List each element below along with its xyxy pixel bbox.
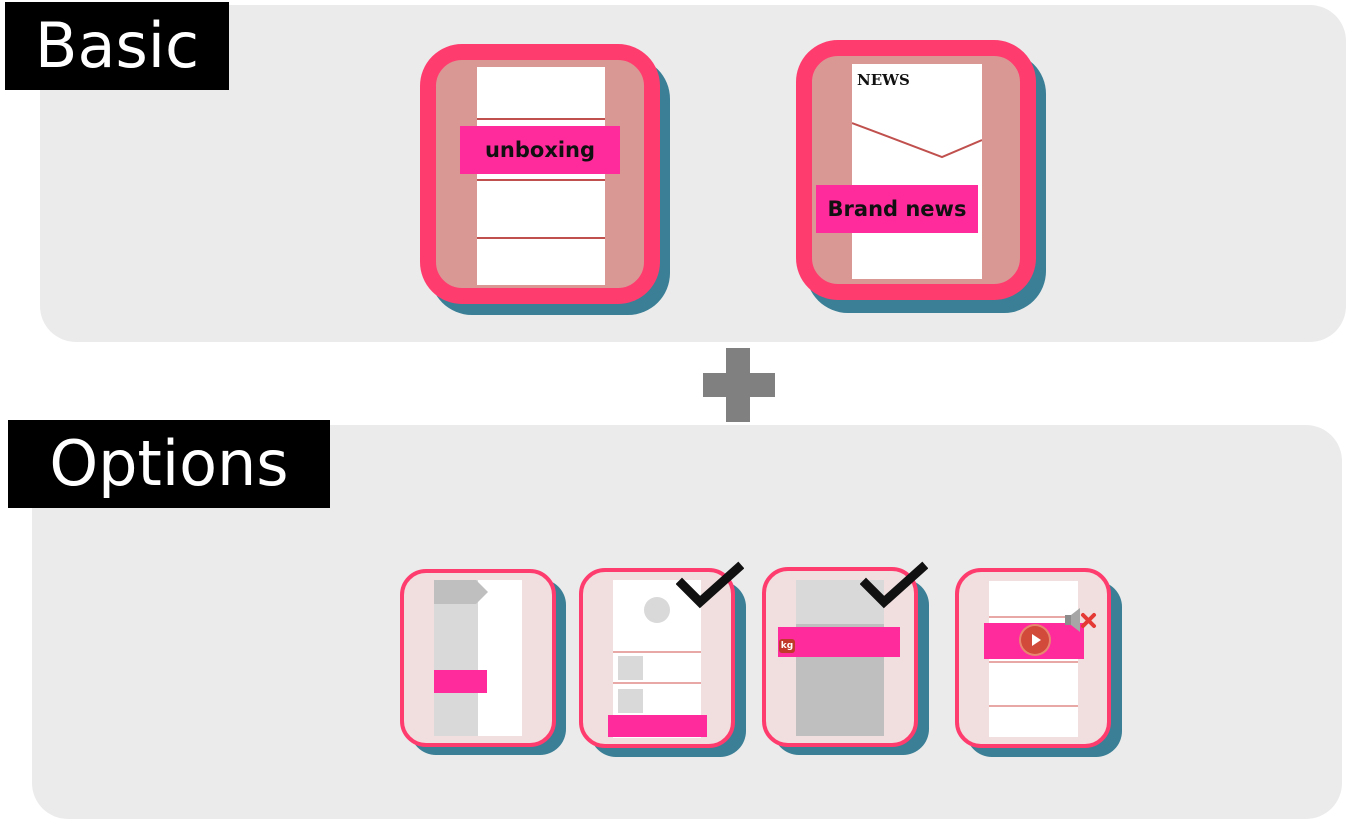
brand-news-card[interactable]: NEWS Brand news bbox=[796, 40, 1036, 300]
unboxing-rule-1 bbox=[477, 118, 605, 120]
plus-icon-horizontal bbox=[703, 373, 775, 397]
option-1-pink-block bbox=[434, 670, 487, 693]
option-4-rule-2 bbox=[989, 661, 1078, 663]
unboxing-rule-2 bbox=[477, 179, 605, 181]
option-3-pink-banner bbox=[778, 627, 900, 657]
news-chevron-line bbox=[852, 122, 982, 159]
option-1-tab-arrow bbox=[434, 580, 488, 604]
play-icon bbox=[1021, 626, 1049, 654]
unboxing-rule-3 bbox=[477, 237, 605, 239]
option-2-pink-bar bbox=[608, 715, 707, 737]
unboxing-card[interactable]: unboxing bbox=[420, 44, 660, 304]
option-2-check-icon bbox=[676, 561, 744, 609]
basic-heading: Basic bbox=[5, 2, 229, 90]
option-2-thumb-2 bbox=[618, 689, 643, 713]
unboxing-page bbox=[477, 67, 605, 285]
option-2-rule-2 bbox=[613, 682, 701, 684]
unboxing-label: unboxing bbox=[460, 126, 620, 174]
brand-news-label: Brand news bbox=[816, 185, 978, 233]
brand-news-page bbox=[852, 64, 982, 279]
kakao-icon: kg bbox=[779, 639, 795, 653]
option-4-rule-3 bbox=[989, 705, 1078, 707]
option-card-4[interactable] bbox=[955, 568, 1111, 748]
news-masthead: NEWS bbox=[857, 71, 910, 89]
basic-panel bbox=[40, 5, 1346, 342]
option-card-1[interactable] bbox=[400, 569, 556, 747]
options-heading: Options bbox=[8, 420, 330, 508]
option-2-rule-1 bbox=[613, 651, 701, 653]
option-2-thumb-1 bbox=[618, 656, 643, 680]
option-3-check-icon bbox=[860, 561, 928, 609]
option-2-avatar bbox=[644, 597, 670, 623]
mute-icon bbox=[1065, 608, 1096, 632]
